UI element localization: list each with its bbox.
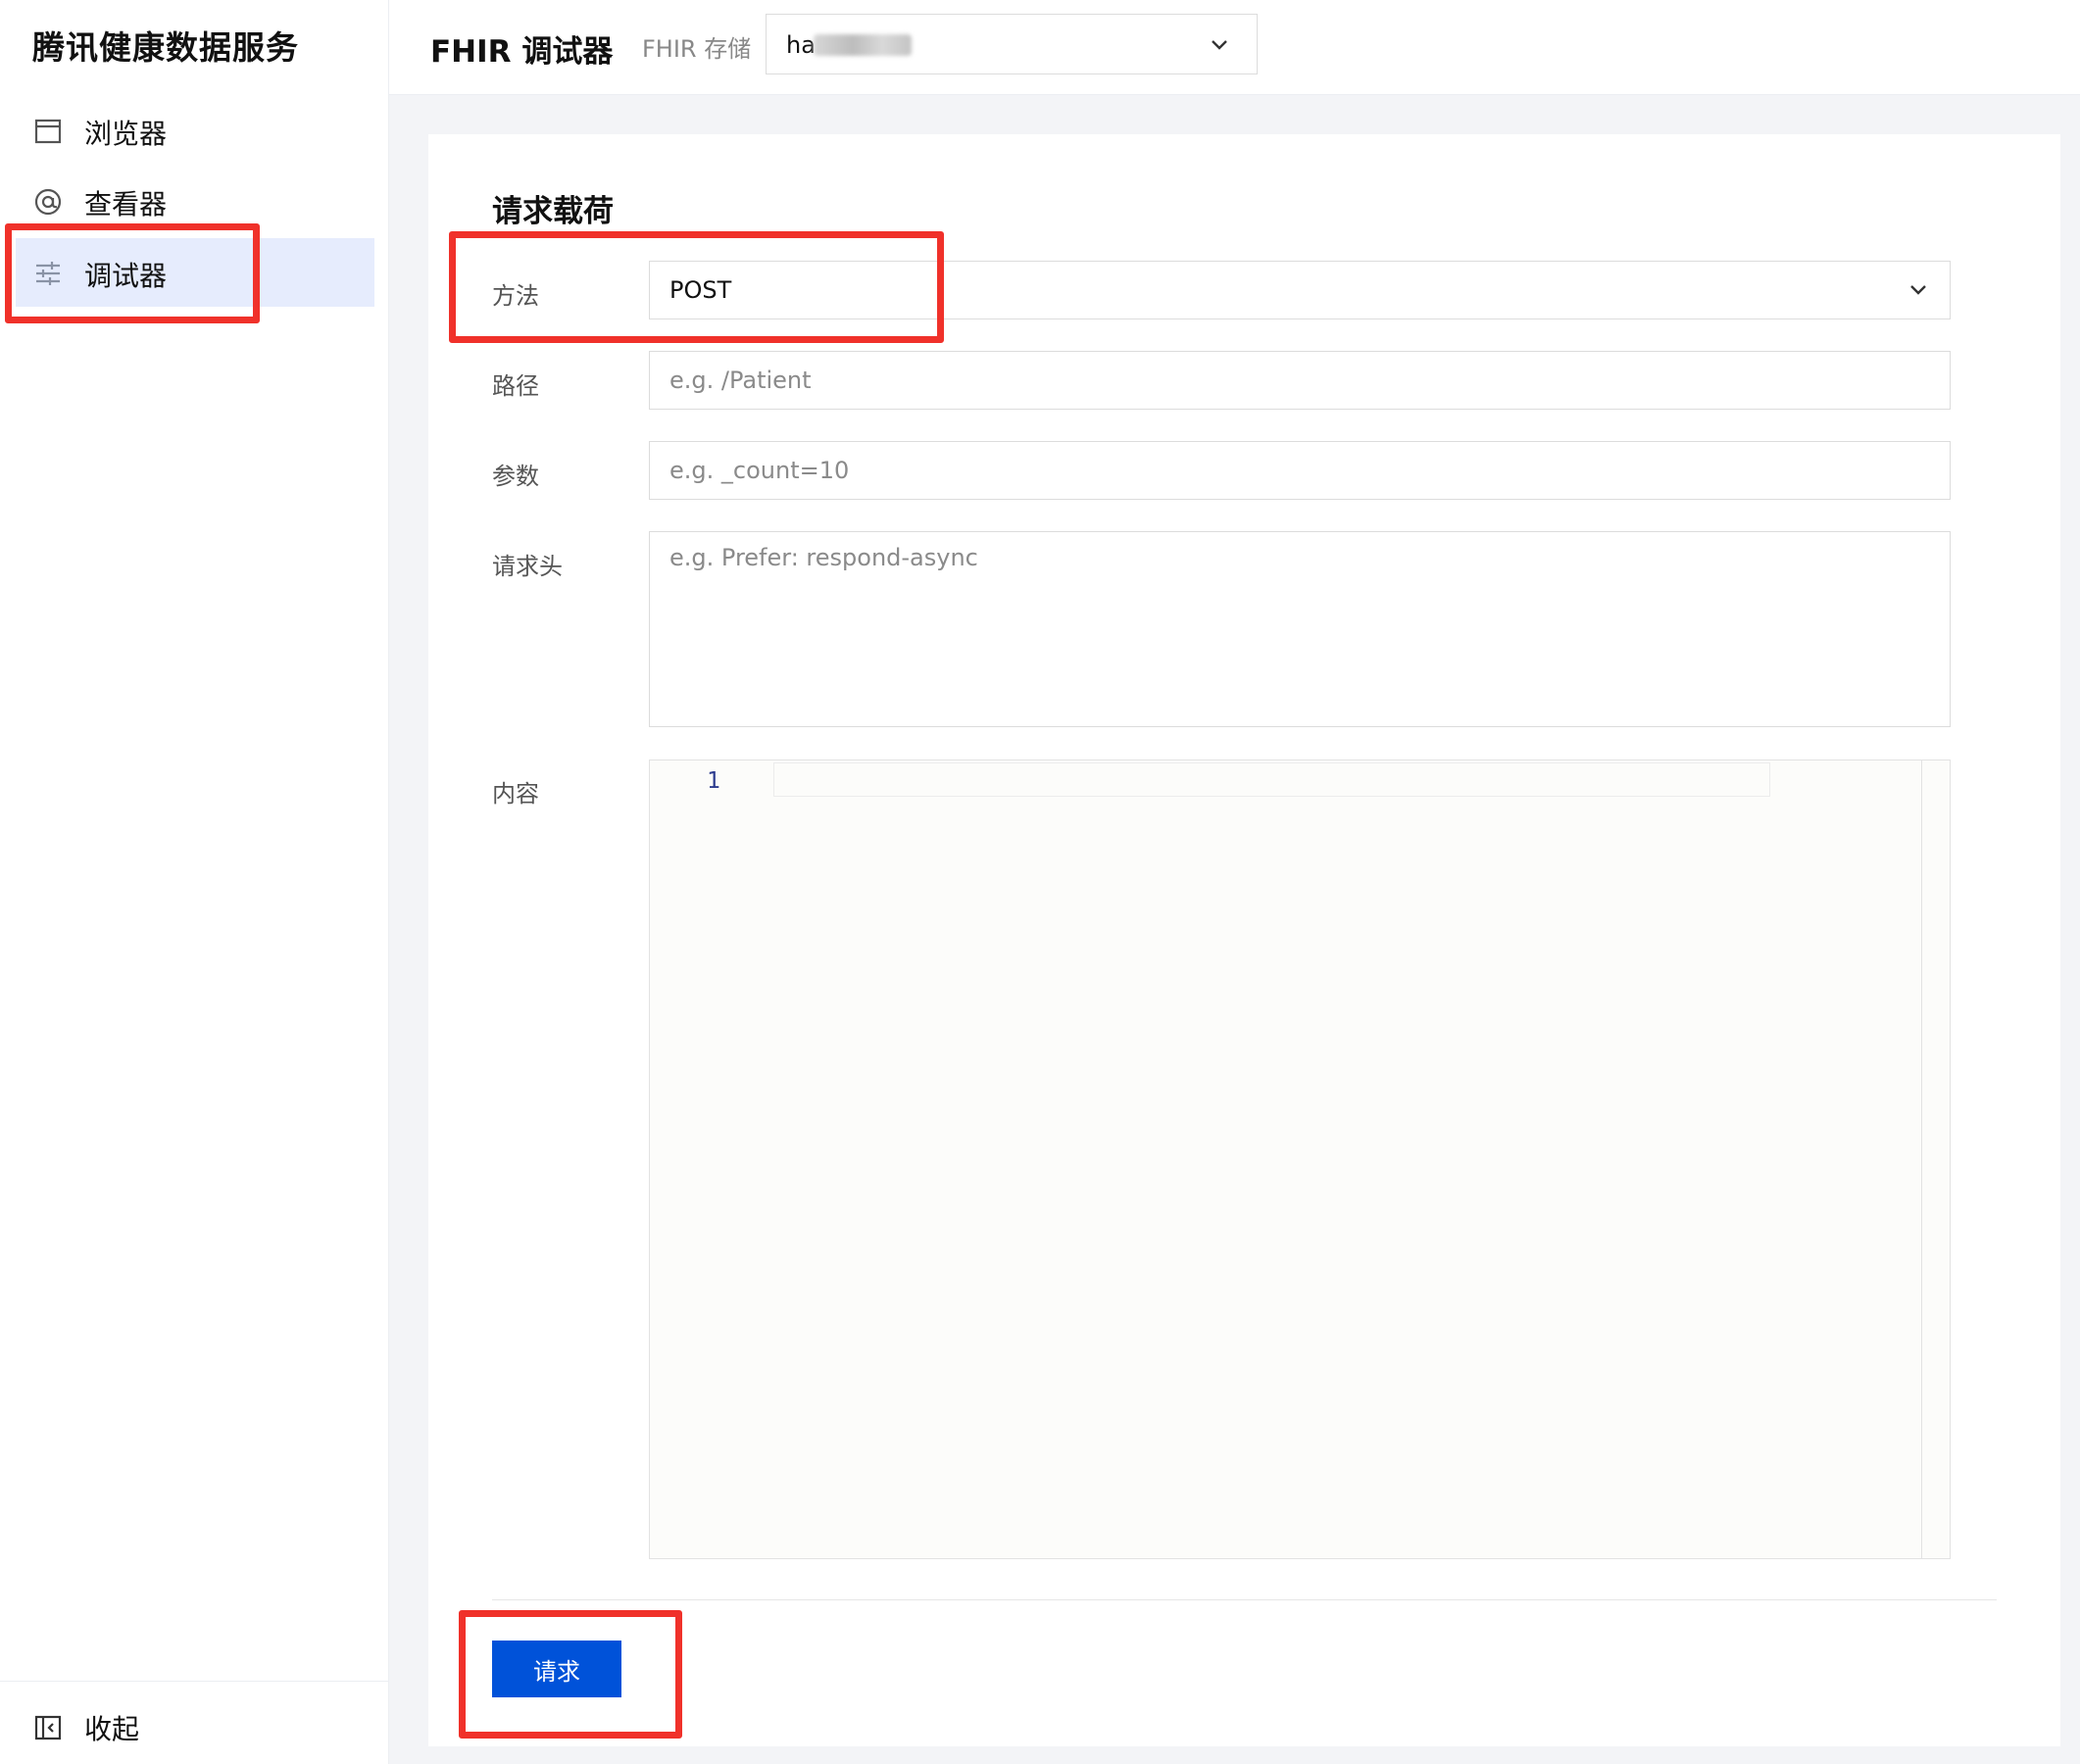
chevron-down-icon (1212, 40, 1227, 50)
sidebar-divider (0, 1681, 388, 1682)
line-number: 1 (707, 768, 720, 794)
path-input[interactable]: e.g. /Patient (649, 351, 1951, 410)
method-label: 方法 (492, 282, 539, 310)
params-input[interactable]: e.g. _count=10 (649, 441, 1951, 500)
path-placeholder: e.g. /Patient (669, 367, 812, 394)
at-sign-icon (34, 188, 62, 216)
headers-placeholder: e.g. Prefer: respond-async (669, 544, 978, 571)
collapse-sidebar-icon (34, 1715, 62, 1740)
section-title: 请求载荷 (492, 194, 614, 229)
header-bar: FHIR 调试器 FHIR 存储 ha (389, 0, 2080, 95)
collapse-sidebar-button[interactable]: 收起 (16, 1698, 374, 1757)
editor-current-line[interactable] (773, 762, 1770, 797)
collapse-label: 收起 (84, 1713, 140, 1745)
method-value: POST (669, 276, 732, 304)
sidebar-item-label: 调试器 (84, 260, 168, 292)
request-button[interactable]: 请求 (492, 1641, 621, 1697)
browser-window-icon (34, 119, 62, 144)
path-label: 路径 (492, 372, 539, 400)
fhir-store-label: FHIR 存储 (642, 35, 752, 63)
form-footer-divider (492, 1599, 1997, 1600)
fhir-store-select[interactable]: ha (766, 14, 1258, 74)
sidebar-item-label: 浏览器 (84, 118, 168, 150)
fhir-store-value: ha (786, 31, 816, 59)
chevron-down-icon (1910, 285, 1926, 295)
sidebar-item-browser[interactable]: 浏览器 (16, 96, 374, 165)
params-placeholder: e.g. _count=10 (669, 457, 850, 484)
sliders-icon (36, 262, 60, 285)
brand-title: 腾讯健康数据服务 (32, 28, 299, 67)
params-label: 参数 (492, 463, 539, 490)
sidebar: 腾讯健康数据服务 浏览器 查看器 调试器 收起 (0, 0, 389, 1764)
sidebar-item-label: 查看器 (84, 188, 168, 220)
redacted-text (814, 34, 912, 56)
body-code-editor[interactable]: 1 (649, 760, 1951, 1559)
sidebar-item-viewer[interactable]: 查看器 (16, 167, 374, 235)
editor-scrollbar[interactable] (1921, 760, 1950, 1558)
method-select[interactable]: POST (649, 261, 1951, 319)
page-title: FHIR 调试器 (430, 34, 614, 70)
sidebar-item-debugger[interactable]: 调试器 (16, 238, 374, 307)
body-label: 内容 (492, 780, 539, 808)
headers-label: 请求头 (492, 553, 563, 580)
headers-textarea[interactable]: e.g. Prefer: respond-async (649, 531, 1951, 727)
